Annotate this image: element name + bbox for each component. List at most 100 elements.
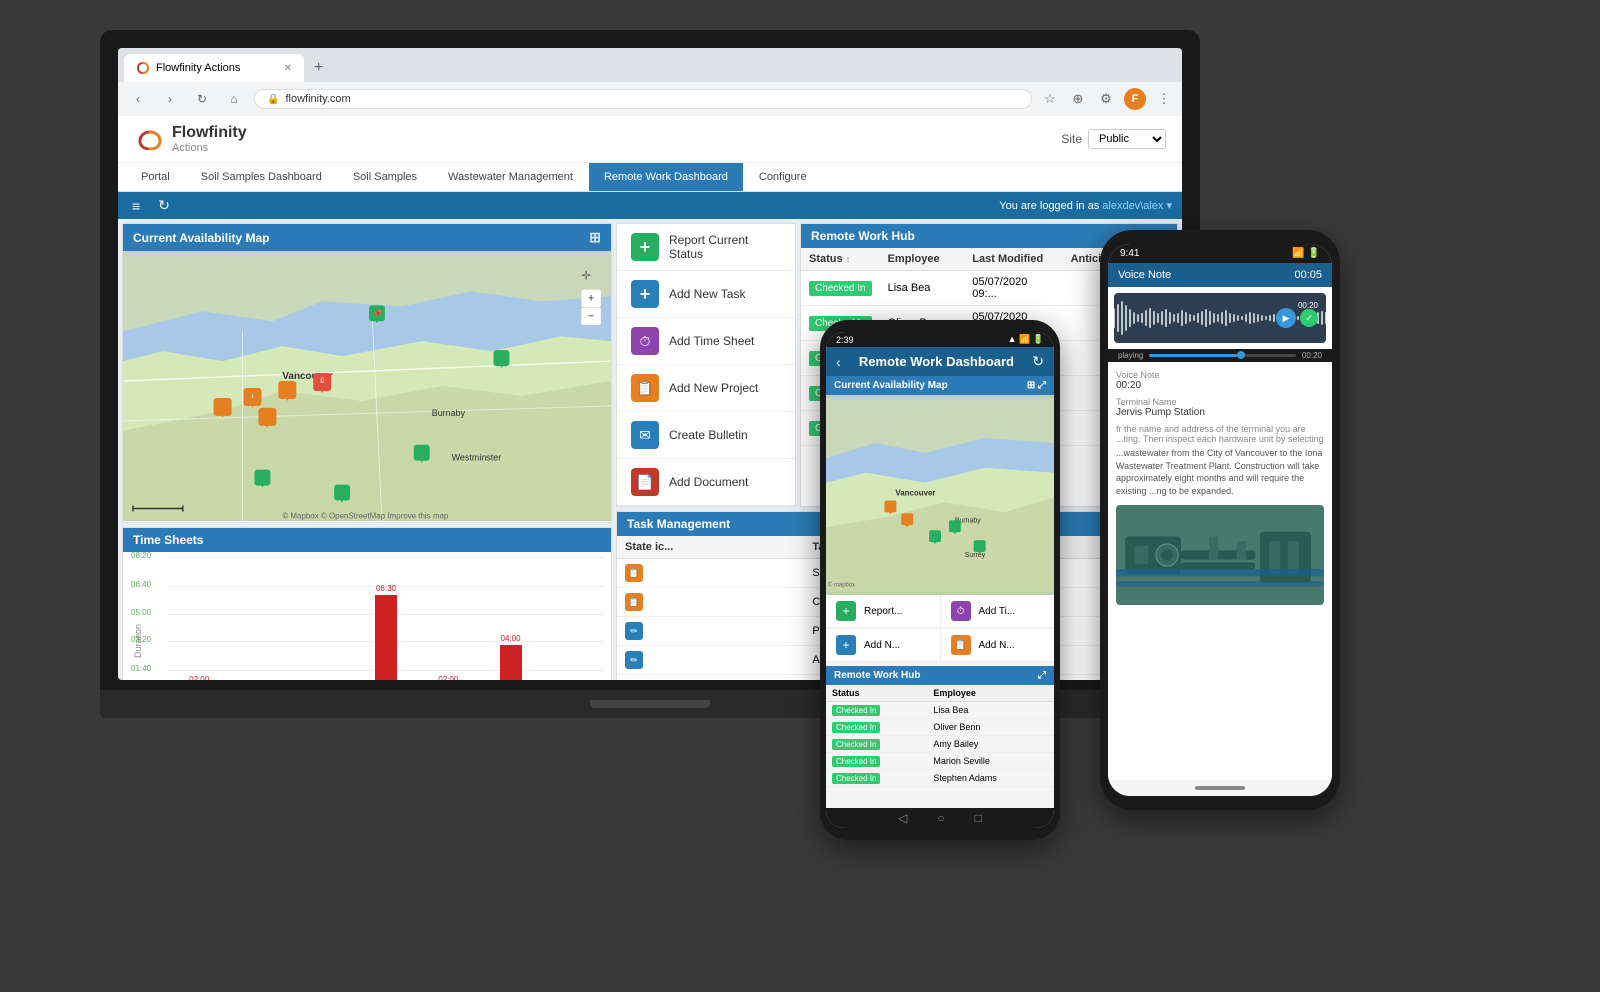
flowfinity-favicon <box>136 61 150 75</box>
terminal-name-value: Jervis Pump Station <box>1116 407 1324 418</box>
nav-tab-wastewater[interactable]: Wastewater Management <box>433 163 588 191</box>
nav-tab-soil-samples[interactable]: Soil Samples <box>338 163 432 191</box>
search-icon[interactable]: ⊕ <box>1068 89 1088 109</box>
android-phone-screen: 2:39 ▲ 📶 🔋 ‹ Remote Work Dashboard ↻ Cur… <box>826 332 1054 828</box>
phone-rwh: Remote Work Hub ⤢ Status Employee Checke… <box>826 666 1054 787</box>
browser-chrome: Flowfinity Actions ✕ + <box>118 48 1182 82</box>
rwh-title: Remote Work Hub <box>811 229 915 243</box>
forward-button[interactable]: › <box>158 87 182 111</box>
site-label: Site <box>1061 132 1082 146</box>
audio-waveform: ▶ ✓ 00:20 <box>1114 293 1326 343</box>
refresh-icon[interactable]: ↻ <box>154 195 174 216</box>
terminal-name-field: Terminal Name Jervis Pump Station <box>1116 397 1324 418</box>
phone-add-ti-button[interactable]: ⏱ Add Ti... <box>941 595 1055 628</box>
map-title: Current Availability Map <box>133 231 269 245</box>
android-content: Current Availability Map ⊞ ⤢ Vancouver B… <box>826 376 1054 808</box>
browser-tab-active[interactable]: Flowfinity Actions ✕ <box>124 54 304 82</box>
audio-controls-bar: playing 00:20 <box>1108 349 1332 362</box>
nav-tab-portal[interactable]: Portal <box>126 163 185 191</box>
user-avatar[interactable]: F <box>1124 88 1146 110</box>
task-state-icon: ✏ <box>625 651 643 669</box>
grid-icon[interactable]: ⊞ <box>589 229 601 246</box>
col-last-modified: Last Modified <box>964 248 1062 271</box>
add-timesheet-label: Add Time Sheet <box>669 334 754 348</box>
home-indicator <box>1195 786 1245 790</box>
phone-add-n2-button[interactable]: 📋 Add N... <box>941 629 1055 662</box>
back-arrow-icon[interactable]: ‹ <box>836 354 841 370</box>
site-selector: Site Public <box>1061 129 1166 149</box>
browser-tab-label: Flowfinity Actions <box>156 62 240 74</box>
add-timesheet-button[interactable]: ⏱ Add Time Sheet <box>617 318 795 365</box>
android-bottom-bar: ◁ ○ □ <box>826 808 1054 828</box>
new-tab-button[interactable]: + <box>306 54 331 82</box>
add-project-button[interactable]: 📋 Add New Project <box>617 365 795 412</box>
phone-map-header: Current Availability Map ⊞ ⤢ <box>826 376 1054 395</box>
svg-text:✛: ✛ <box>581 268 591 282</box>
timesheets-title: Time Sheets <box>133 533 203 547</box>
recents-btn[interactable]: □ <box>975 811 982 825</box>
add-task-label: Add New Task <box>669 287 745 301</box>
actions-panel: + Report Current Status + Add New Task <box>616 223 796 507</box>
add-task-icon: + <box>631 280 659 308</box>
add-task-button[interactable]: + Add New Task <box>617 271 795 318</box>
logo-icon <box>134 128 166 150</box>
playing-label: playing <box>1118 351 1143 360</box>
create-bulletin-button[interactable]: ✉ Create Bulletin <box>617 412 795 459</box>
nav-tabs-container: Portal Soil Samples Dashboard Soil Sampl… <box>118 163 1182 191</box>
app-nav: Portal Soil Samples Dashboard Soil Sampl… <box>118 163 1182 192</box>
hamburger-icon[interactable]: ≡ <box>128 196 144 216</box>
nav-tab-configure[interactable]: Configure <box>744 163 822 191</box>
nav-tab-soil-samples-dashboard[interactable]: Soil Samples Dashboard <box>186 163 337 191</box>
audio-end-time: 00:20 <box>1302 351 1322 360</box>
phone-n2-icon: 📋 <box>951 635 971 655</box>
home-btn[interactable]: ○ <box>937 811 944 825</box>
waveform-time: 00:20 <box>1298 301 1318 310</box>
site-dropdown[interactable]: Public <box>1088 129 1166 149</box>
phone-map-svg: Vancouver Burnaby Surrey <box>826 395 1054 595</box>
mini-status-badge: Checked In <box>832 739 880 750</box>
add-project-icon: 📋 <box>631 374 659 402</box>
phone-report-button[interactable]: + Report... <box>826 595 941 628</box>
phone-report-icon: + <box>836 601 856 621</box>
phone-report-label: Report... <box>864 606 902 617</box>
refresh-icon[interactable]: ↻ <box>1032 353 1044 370</box>
ios-status-bar: 9:41 📶 🔋 <box>1108 244 1332 263</box>
phone-action-row: + Report... ⏱ Add Ti... <box>826 595 1054 629</box>
extension-icon[interactable]: ⚙ <box>1096 89 1116 109</box>
star-icon[interactable]: ☆ <box>1040 89 1060 109</box>
ios-form-content: Voice Note 00:20 Terminal Name Jervis Pu… <box>1108 362 1332 780</box>
report-status-button[interactable]: + Report Current Status <box>617 224 795 271</box>
svg-text:Vancouver: Vancouver <box>895 488 935 497</box>
android-phone: 2:39 ▲ 📶 🔋 ‹ Remote Work Dashboard ↻ Cur… <box>820 320 1060 840</box>
phone-rwh-expand[interactable]: ⤢ <box>1038 670 1046 681</box>
timesheets-panel: Time Sheets Duration 08:20 <box>122 527 612 680</box>
audio-playhead <box>1237 351 1245 359</box>
home-button[interactable]: ⌂ <box>222 87 246 111</box>
add-document-button[interactable]: 📄 Add Document <box>617 459 795 506</box>
logged-in-user[interactable]: alexdev\alex ▾ <box>1102 200 1172 212</box>
status-badge: Checked In <box>809 281 872 296</box>
audio-progress-track[interactable] <box>1149 354 1296 357</box>
back-button[interactable]: ‹ <box>126 87 150 111</box>
phone-ti-label: Add Ti... <box>979 606 1016 617</box>
create-bulletin-icon: ✉ <box>631 421 659 449</box>
description-label: fr the name and address of the terminal … <box>1116 424 1324 444</box>
description-text: ...wastewater from the City of Vancouver… <box>1116 447 1324 497</box>
task-state-icon: 📋 <box>625 564 643 582</box>
map-svg: Vancouver Burnaby Westminster 📌 <box>123 251 611 521</box>
phone-n1-label: Add N... <box>864 640 900 651</box>
phone-add-n1-button[interactable]: + Add N... <box>826 629 941 662</box>
phone-mini-map: Vancouver Burnaby Surrey <box>826 395 1054 595</box>
play-button[interactable]: ▶ <box>1276 308 1296 328</box>
phone-map-icons: ⊞ ⤢ <box>1027 380 1046 391</box>
tab-close-icon[interactable]: ✕ <box>284 63 292 74</box>
browser-toolbar-icons: ☆ ⊕ ⚙ F ⋮ <box>1040 88 1174 110</box>
nav-tab-remote-work[interactable]: Remote Work Dashboard <box>589 163 743 191</box>
address-bar[interactable]: 🔒 flowfinity.com <box>254 89 1032 109</box>
menu-icon[interactable]: ⋮ <box>1154 89 1174 109</box>
bar-3: 01:00 <box>296 558 352 680</box>
reload-button[interactable]: ↻ <box>190 87 214 111</box>
bar-6: 04:00 <box>482 558 538 680</box>
mini-status-badge: Checked In <box>832 756 880 767</box>
back-btn[interactable]: ◁ <box>898 811 907 825</box>
